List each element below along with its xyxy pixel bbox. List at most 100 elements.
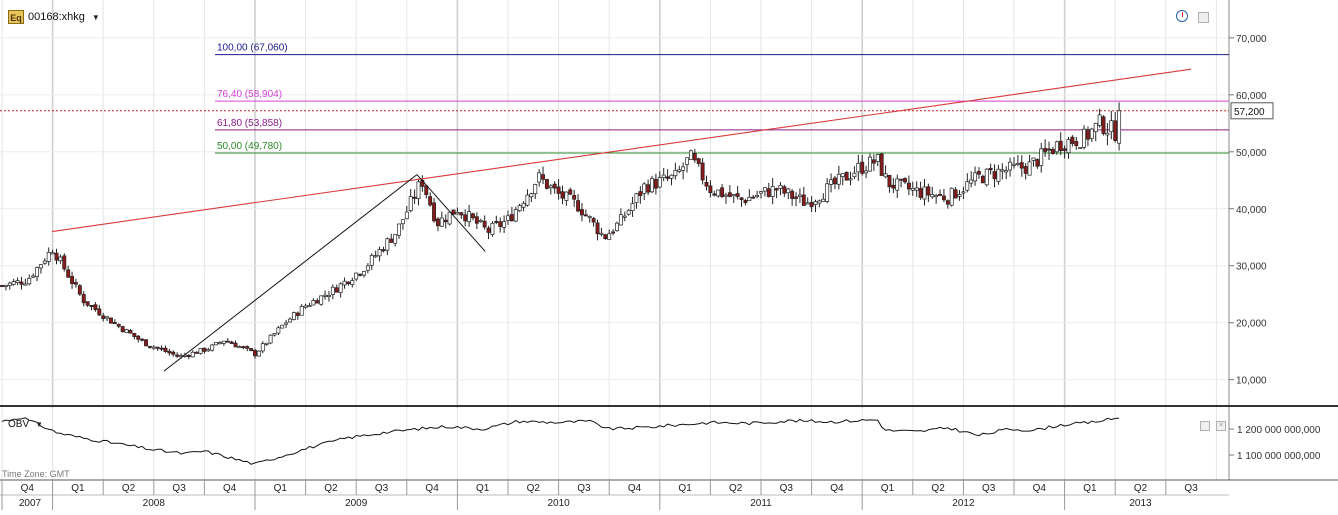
candle-body <box>961 191 966 194</box>
quarter-label: Q4 <box>628 483 642 494</box>
maximize-icon[interactable] <box>1200 421 1210 431</box>
candle-body <box>159 347 164 350</box>
candle-body <box>572 195 577 200</box>
candle-body <box>342 280 347 286</box>
instrument-selector[interactable]: Eq 00168:xhkg ▼ <box>8 8 100 26</box>
candle-body <box>1078 147 1083 149</box>
candle-body <box>260 343 265 352</box>
candle-body <box>938 194 942 196</box>
close-icon[interactable]: × <box>1216 421 1226 431</box>
year-label: 2011 <box>750 498 772 509</box>
candle-body <box>471 213 475 219</box>
candle-body <box>1039 148 1044 166</box>
candle-body <box>868 156 872 172</box>
candle-body <box>463 214 468 222</box>
candle-body <box>735 193 740 197</box>
maximize-icon[interactable] <box>1198 12 1209 23</box>
candle-body <box>74 282 78 285</box>
candle-body <box>35 267 39 277</box>
candle-body <box>330 286 335 295</box>
candle-body <box>482 220 487 228</box>
candle-body <box>583 214 588 217</box>
obv-indicator-selector[interactable]: OBV ▼ <box>8 419 43 430</box>
candle-body <box>1035 159 1040 167</box>
candle-body <box>412 196 417 199</box>
candle-body <box>1012 163 1016 166</box>
candle-body <box>615 222 619 232</box>
quarter-label: Q2 <box>931 483 945 494</box>
candle-body <box>681 166 686 171</box>
candle-body <box>871 159 876 164</box>
candle-body <box>346 281 351 285</box>
candle-body <box>875 154 880 162</box>
candle-body <box>101 315 106 319</box>
candle-body <box>599 232 604 235</box>
candle-body <box>782 186 787 194</box>
candle-body <box>513 209 518 222</box>
fib-level-label: 50,00 (49,780) <box>217 141 282 152</box>
candle-body <box>373 255 378 258</box>
quarter-label: Q1 <box>476 483 490 494</box>
quarter-label: Q3 <box>982 483 996 494</box>
candle-body <box>696 158 701 164</box>
candle-body <box>50 252 55 255</box>
candle-body <box>311 300 316 306</box>
chevron-down-icon[interactable]: ▼ <box>92 13 100 22</box>
candle-body <box>653 179 658 189</box>
year-label: 2010 <box>547 498 570 509</box>
candle-body <box>611 231 616 234</box>
candle-body <box>1031 157 1036 161</box>
candle-body <box>517 205 522 212</box>
candle-body <box>225 340 230 343</box>
candle-body <box>175 354 180 357</box>
candle-body <box>934 195 939 198</box>
candle-body <box>397 223 401 236</box>
candle-body <box>1089 128 1094 139</box>
candle-body <box>62 255 67 270</box>
candle-body <box>1043 148 1048 152</box>
candle-body <box>190 351 195 358</box>
candle-body <box>334 287 339 293</box>
candle-body <box>221 340 226 344</box>
candle-body <box>860 161 865 174</box>
year-label: 2013 <box>1129 498 1152 509</box>
candle-body <box>618 214 623 226</box>
chevron-down-icon[interactable]: ▼ <box>35 420 43 429</box>
candle-body <box>665 176 670 179</box>
candle-body <box>319 295 324 305</box>
candle-body <box>38 264 43 269</box>
candle-body <box>899 178 904 181</box>
candle-body <box>969 179 974 184</box>
candle-body <box>443 219 448 223</box>
quarter-label: Q1 <box>274 483 288 494</box>
quarter-label: Q3 <box>172 483 186 494</box>
candle-body <box>903 178 907 183</box>
candle-body <box>879 153 884 176</box>
candle-body <box>408 196 413 211</box>
price-tick-label: 50,000 <box>1236 148 1267 159</box>
candle-body <box>288 318 292 323</box>
candle-body <box>906 182 911 190</box>
quarter-label: Q1 <box>71 483 85 494</box>
candle-body <box>568 189 573 195</box>
candle-body <box>307 305 312 308</box>
fib-level-label: 61,80 (53,858) <box>217 118 282 129</box>
candle-body <box>439 217 444 227</box>
clock-icon[interactable] <box>1176 10 1188 22</box>
candle-body <box>883 173 888 178</box>
candle-body <box>264 342 269 345</box>
candle-body <box>957 194 962 197</box>
candle-body <box>980 175 985 184</box>
candle-body <box>338 283 343 293</box>
candle-body <box>996 168 1001 182</box>
candle-body <box>724 194 728 197</box>
candle-body <box>895 178 900 191</box>
candle-body <box>451 209 456 215</box>
candle-body <box>85 301 90 306</box>
candle-body <box>622 215 627 218</box>
quarter-label: Q2 <box>729 483 743 494</box>
candle-body <box>529 193 534 198</box>
candle-body <box>120 326 125 332</box>
candle-body <box>369 255 374 266</box>
quarter-label: Q2 <box>527 483 541 494</box>
